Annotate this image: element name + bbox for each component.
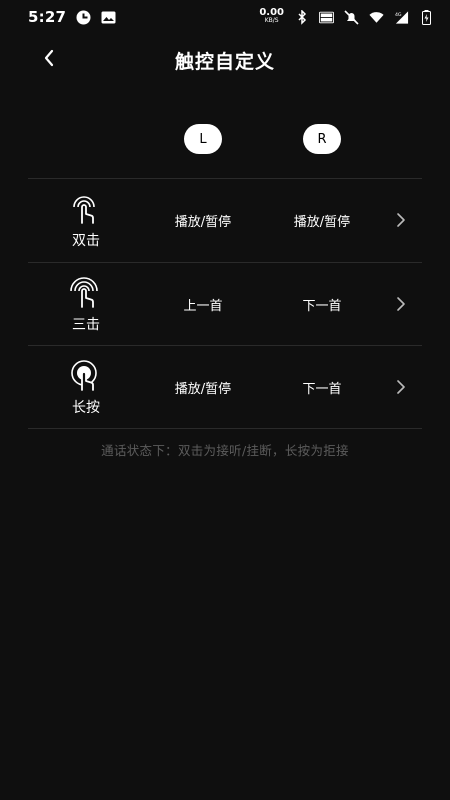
wifi-icon (369, 10, 384, 25)
call-hint-text: 通话状态下：双击为接听/挂断，长按为拒接 (101, 443, 349, 458)
chevron-right-icon (394, 211, 408, 229)
gesture-row-triple-tap[interactable]: 三击 上一首 下一首 (28, 261, 422, 346)
image-icon (101, 10, 116, 25)
right-action-value: 下一首 (302, 298, 342, 314)
channel-header-row: L R (0, 122, 450, 158)
left-action-value: 播放/暂停 (174, 382, 232, 397)
triple-tap-icon (66, 276, 106, 309)
status-time: 5:27 (28, 8, 67, 26)
net-speed-unit: KB/S (264, 17, 279, 24)
status-bar: 5:27 0.00 KB/S 4G (0, 0, 450, 34)
page-title: 触控自定义 (174, 50, 275, 73)
header: 触控自定义 (0, 38, 450, 82)
double-tap-icon (66, 193, 106, 225)
left-action-value: 上一首 (183, 298, 223, 314)
app-notification-icon (76, 10, 91, 25)
gesture-label: 长按 (72, 400, 100, 416)
long-press-icon (66, 360, 106, 392)
chevron-left-icon (43, 49, 55, 71)
chevron-right-icon (394, 295, 408, 313)
gesture-row-long-press[interactable]: 长按 播放/暂停 下一首 (28, 345, 422, 429)
status-left: 5:27 (28, 8, 116, 26)
volte-icon (319, 10, 334, 25)
back-button[interactable] (34, 48, 64, 72)
svg-text:4G: 4G (395, 12, 402, 18)
left-earbud-badge: L (184, 124, 222, 154)
bluetooth-icon (294, 9, 309, 25)
gesture-row-double-tap[interactable]: 双击 播放/暂停 播放/暂停 (28, 178, 422, 262)
signal-4g-icon: 4G (394, 10, 409, 25)
gesture-label: 三击 (72, 316, 100, 333)
net-speed-value: 0.00 (259, 7, 284, 18)
gesture-label: 双击 (72, 233, 100, 249)
chevron-right-icon (394, 378, 408, 396)
right-earbud-badge: R (303, 124, 341, 154)
gesture-list: 双击 播放/暂停 播放/暂停 三击 上一首 下一首 长按 播放/暂停 下一首 (28, 178, 422, 429)
mute-icon (344, 9, 359, 25)
right-action-value: 下一首 (302, 382, 342, 397)
left-action-value: 播放/暂停 (174, 215, 232, 230)
net-speed: 0.00 KB/S (259, 7, 284, 25)
status-right: 0.00 KB/S 4G (259, 7, 434, 25)
battery-charging-icon (419, 9, 434, 25)
right-action-value: 播放/暂停 (293, 215, 351, 230)
